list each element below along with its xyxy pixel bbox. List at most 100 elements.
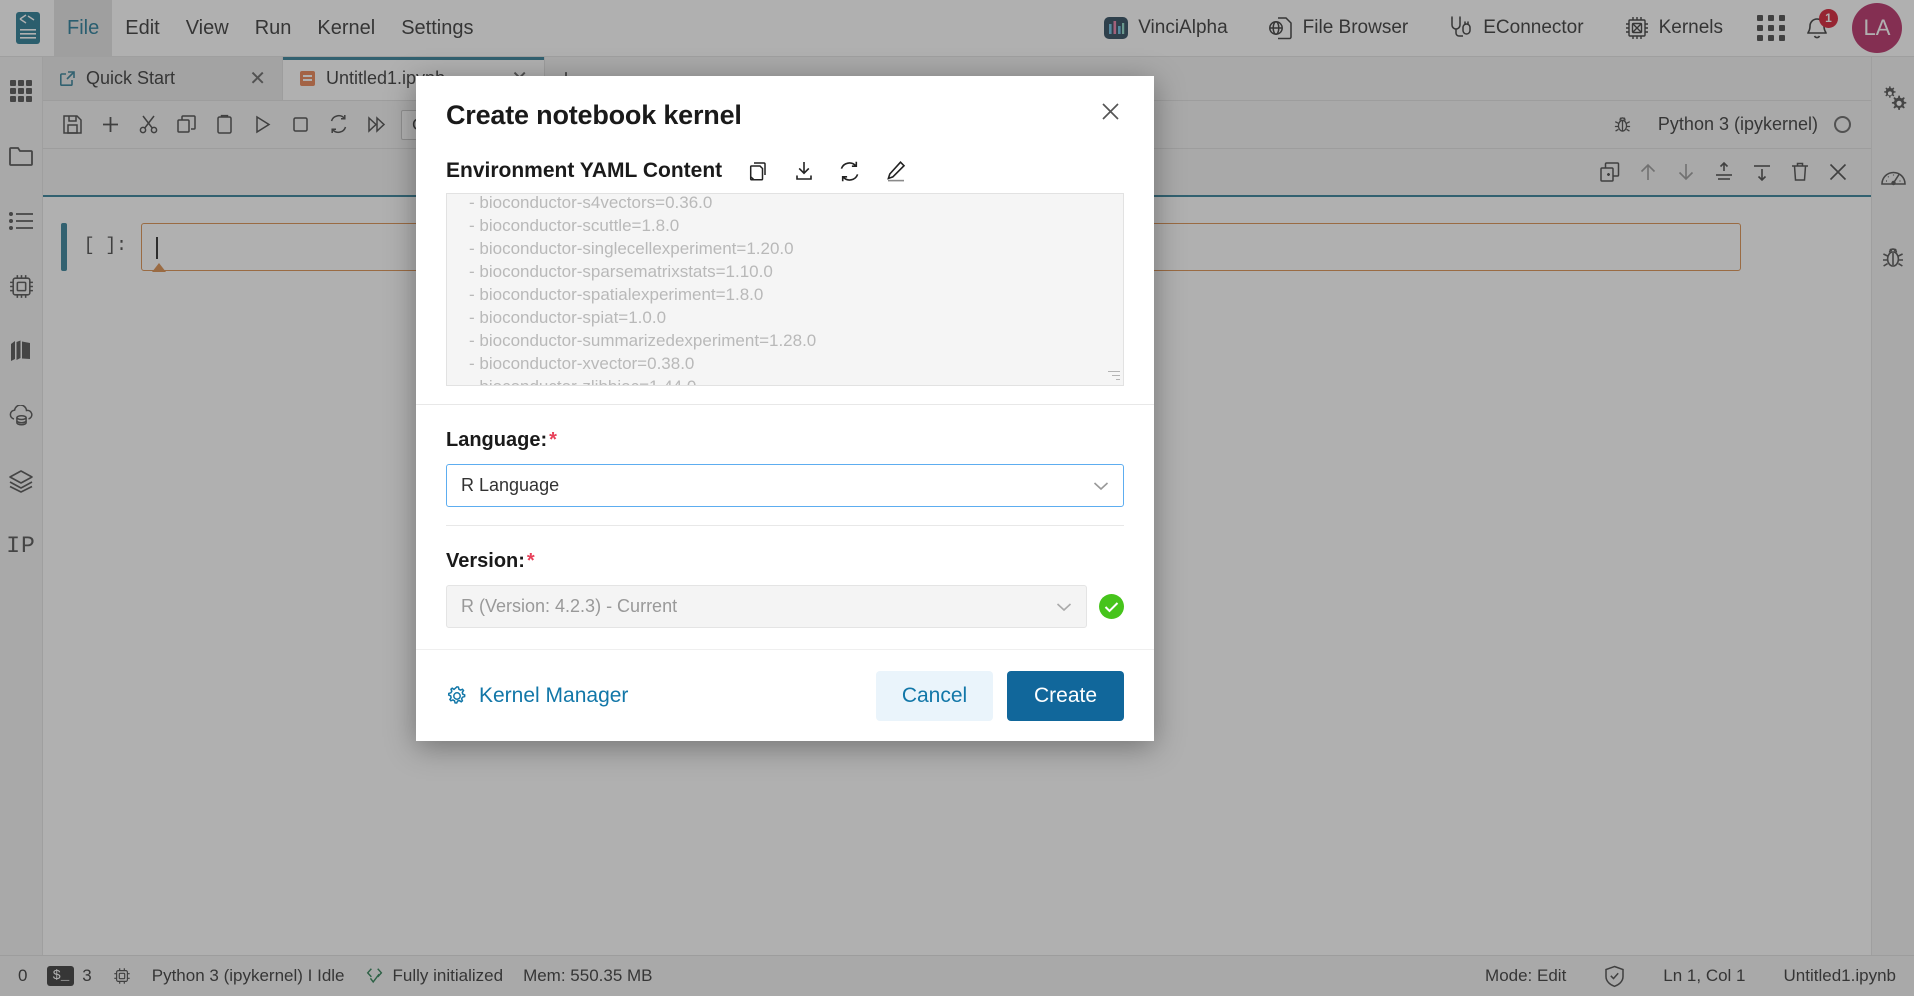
yaml-content-textarea[interactable]: - bioconductor-s4vectors=0.36.0 - biocon… bbox=[446, 193, 1124, 386]
restart-icon[interactable] bbox=[319, 106, 357, 144]
refresh-icon[interactable] bbox=[838, 160, 861, 183]
tab-close-icon[interactable]: ✕ bbox=[249, 66, 266, 91]
cursor-position-label: Ln 1, Col 1 bbox=[1663, 966, 1746, 985]
yaml-line: - bioconductor-scuttle=1.8.0 bbox=[469, 216, 680, 235]
version-select[interactable]: R (Version: 4.2.3) - Current bbox=[446, 585, 1087, 628]
nav-econnector-label: EConnector bbox=[1483, 17, 1584, 38]
initialized-label: Fully initialized bbox=[392, 966, 504, 985]
sidebar-item-kernels[interactable] bbox=[1, 266, 41, 306]
notification-badge: 1 bbox=[1819, 8, 1838, 28]
divider bbox=[416, 404, 1154, 405]
dialog-scroll-area: Language: * R Language Version: * R (Ver… bbox=[416, 404, 1154, 628]
status-terminal-count[interactable]: $_ 3 bbox=[47, 966, 92, 986]
dialog-header: Create notebook kernel bbox=[416, 76, 1154, 135]
cancel-button[interactable]: Cancel bbox=[876, 670, 993, 721]
top-nav: VinciAlpha File Browser EConnector Kerne… bbox=[1083, 0, 1914, 56]
duplicate-cell-icon[interactable] bbox=[1591, 153, 1629, 191]
close-icon[interactable] bbox=[1819, 153, 1857, 191]
menu-edit[interactable]: Edit bbox=[112, 0, 172, 56]
sidebar-item-debugger[interactable] bbox=[1873, 237, 1913, 277]
menu-run[interactable]: Run bbox=[242, 0, 305, 56]
nav-file-browser[interactable]: File Browser bbox=[1248, 15, 1429, 41]
status-chip[interactable] bbox=[112, 966, 132, 986]
sidebar-item-layers[interactable] bbox=[1, 461, 41, 501]
stop-icon[interactable] bbox=[281, 106, 319, 144]
restart-run-all-icon[interactable] bbox=[357, 106, 395, 144]
sidebar-item-performance[interactable] bbox=[1873, 157, 1913, 197]
language-field: Language: * R Language bbox=[416, 429, 1154, 507]
create-button[interactable]: Create bbox=[1007, 670, 1124, 721]
dialog-footer: Kernel Manager Cancel Create bbox=[416, 649, 1154, 741]
language-select[interactable]: R Language bbox=[446, 464, 1124, 507]
add-cell-icon[interactable] bbox=[91, 106, 129, 144]
gears-icon bbox=[1880, 84, 1907, 111]
edit-pencil-icon[interactable] bbox=[884, 160, 907, 183]
version-label-text: Version: bbox=[446, 550, 525, 572]
close-icon[interactable] bbox=[1099, 100, 1122, 123]
chip-icon bbox=[1624, 15, 1650, 41]
version-field: Version: * R (Version: 4.2.3) - Current bbox=[416, 525, 1154, 628]
cut-icon[interactable] bbox=[129, 106, 167, 144]
menu-bar: File Edit View Run Kernel Settings Vinci… bbox=[0, 0, 1914, 57]
cell-prompt: [ ]: bbox=[83, 236, 127, 256]
kernel-manager-label: Kernel Manager bbox=[479, 683, 629, 707]
status-initialized: Fully initialized bbox=[365, 966, 504, 986]
jupyter-logo-icon[interactable] bbox=[6, 4, 50, 52]
kernel-manager-link[interactable]: Kernel Manager bbox=[446, 684, 628, 708]
menu-view[interactable]: View bbox=[173, 0, 242, 56]
yaml-line: - bioconductor-zlibbioc=1.44.0 bbox=[469, 375, 1123, 385]
language-label: Language: * bbox=[446, 429, 1124, 452]
nav-kernels-label: Kernels bbox=[1658, 17, 1723, 38]
avatar[interactable]: LA bbox=[1852, 3, 1902, 53]
copy-icon[interactable] bbox=[748, 160, 770, 182]
books-stack-icon bbox=[8, 339, 34, 363]
copy-icon[interactable] bbox=[167, 106, 205, 144]
sidebar-item-extensions[interactable] bbox=[1, 331, 41, 371]
yaml-line: - bioconductor-spiat=1.0.0 bbox=[469, 308, 667, 327]
sidebar-item-launcher[interactable] bbox=[1, 71, 41, 111]
insert-above-icon[interactable] bbox=[1705, 153, 1743, 191]
status-bar: 0 $_ 3 Python 3 (ipykernel) I Idle Fully… bbox=[0, 955, 1914, 996]
debug-bug-icon[interactable] bbox=[1604, 106, 1642, 144]
sidebar-item-ip[interactable]: IP bbox=[1, 526, 41, 566]
sidebar-item-running[interactable] bbox=[1, 201, 41, 241]
chip-icon bbox=[112, 966, 132, 986]
nav-econnector[interactable]: EConnector bbox=[1428, 15, 1603, 41]
status-shield[interactable] bbox=[1604, 965, 1625, 988]
create-notebook-kernel-dialog: Create notebook kernel Environment YAML … bbox=[416, 76, 1154, 741]
delete-cell-icon[interactable] bbox=[1781, 153, 1819, 191]
status-bar-right: Mode: Edit Ln 1, Col 1 Untitled1.ipynb bbox=[1447, 965, 1896, 988]
gauge-icon bbox=[1880, 165, 1907, 189]
yaml-line: - bioconductor-summarizedexperiment=1.28… bbox=[469, 331, 817, 350]
yaml-line: - bioconductor-xvector=0.38.0 bbox=[469, 354, 695, 373]
move-down-icon[interactable] bbox=[1667, 153, 1705, 191]
insert-below-icon[interactable] bbox=[1743, 153, 1781, 191]
yaml-content-lines: - bioconductor-s4vectors=0.36.0 - biocon… bbox=[447, 194, 1123, 385]
kernel-indicator-label: Python 3 (ipykernel) bbox=[1657, 114, 1818, 134]
nav-kernels[interactable]: Kernels bbox=[1604, 15, 1743, 41]
chevron-down-icon bbox=[1056, 602, 1072, 612]
status-kernel-count[interactable]: 0 bbox=[18, 966, 27, 986]
required-marker: * bbox=[549, 429, 557, 451]
tab-quick-start[interactable]: Quick Start ✕ bbox=[43, 57, 283, 100]
notebook-icon bbox=[299, 70, 316, 87]
run-icon[interactable] bbox=[243, 106, 281, 144]
shield-check-icon bbox=[1604, 965, 1625, 988]
sidebar-item-property-inspector[interactable] bbox=[1873, 77, 1913, 117]
kernel-state-label: Python 3 (ipykernel) I Idle bbox=[151, 966, 345, 985]
nav-vincialpha[interactable]: VinciAlpha bbox=[1083, 15, 1247, 41]
notifications-button[interactable]: 1 bbox=[1804, 8, 1838, 42]
sidebar-item-file-browser[interactable] bbox=[1, 136, 41, 176]
status-kernel-state[interactable]: Python 3 (ipykernel) I Idle bbox=[152, 966, 345, 986]
save-icon[interactable] bbox=[53, 106, 91, 144]
status-memory: Mem: 550.35 MB bbox=[523, 966, 652, 986]
menu-settings[interactable]: Settings bbox=[388, 0, 486, 56]
sidebar-item-data-sources[interactable] bbox=[1, 396, 41, 436]
paste-icon[interactable] bbox=[205, 106, 243, 144]
menu-file[interactable]: File bbox=[54, 0, 113, 56]
download-icon[interactable] bbox=[793, 160, 815, 182]
resize-handle[interactable] bbox=[1106, 368, 1120, 382]
apps-grid-icon[interactable] bbox=[1757, 15, 1786, 41]
menu-kernel[interactable]: Kernel bbox=[304, 0, 388, 56]
move-up-icon[interactable] bbox=[1629, 153, 1667, 191]
